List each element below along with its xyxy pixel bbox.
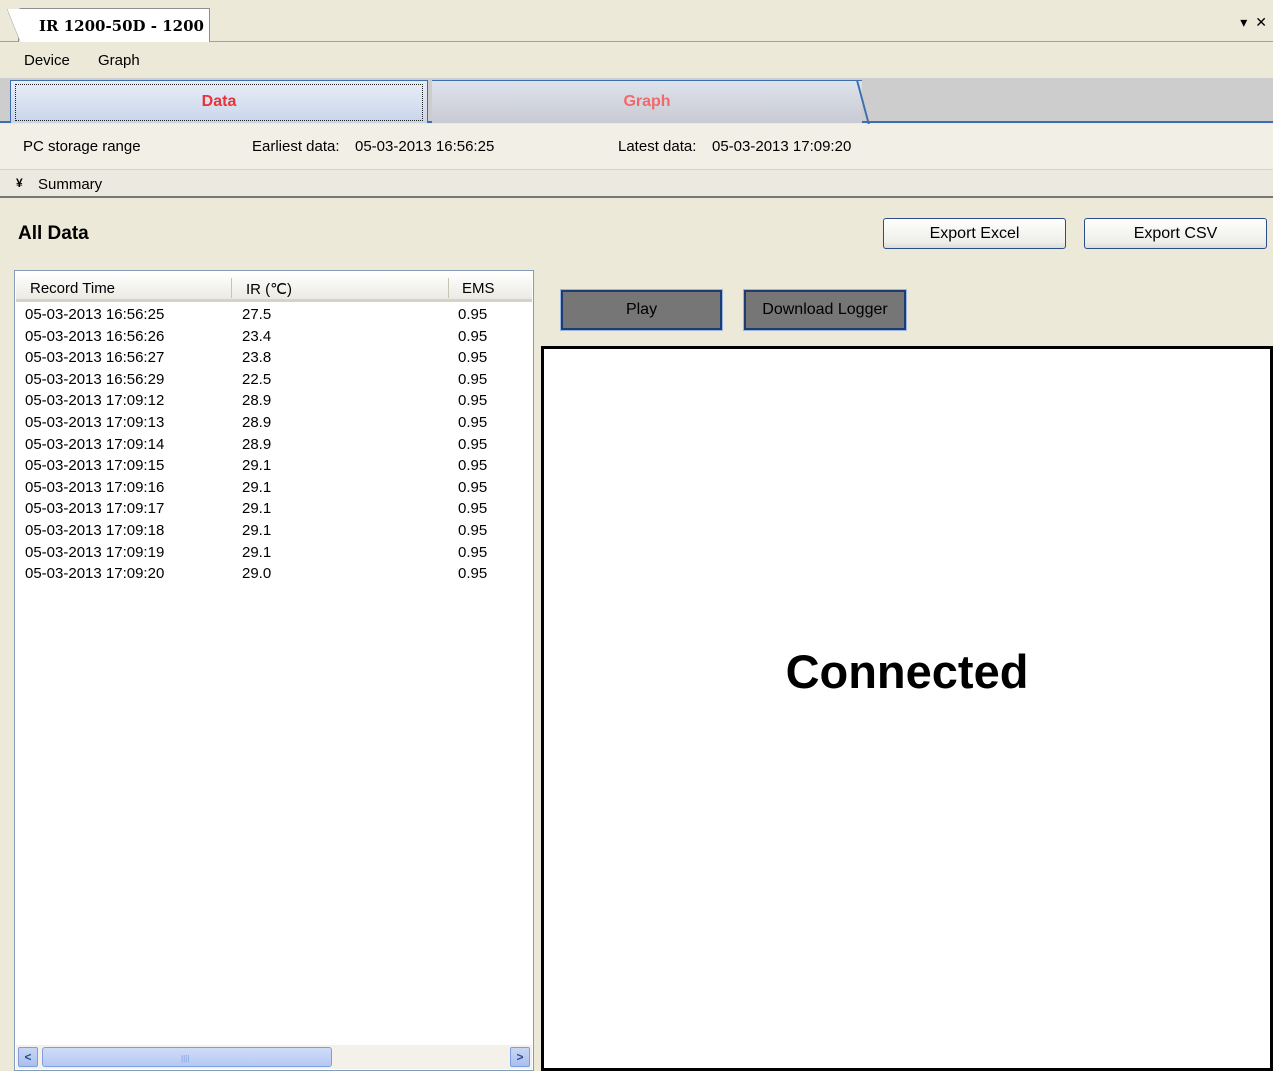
storage-label: PC storage range bbox=[23, 138, 141, 155]
column-header-ems[interactable]: EMS bbox=[462, 280, 495, 297]
table-row[interactable]: 05-03-2013 17:09:16 29.1 0.95 bbox=[15, 477, 531, 499]
cell-record-time: 05-03-2013 17:09:16 bbox=[25, 478, 165, 496]
cell-ems: 0.95 bbox=[458, 478, 488, 496]
cell-ems: 0.95 bbox=[458, 435, 488, 453]
column-divider[interactable] bbox=[231, 278, 232, 298]
cell-record-time: 05-03-2013 17:09:18 bbox=[25, 521, 165, 539]
table-row[interactable]: 05-03-2013 17:09:12 28.9 0.95 bbox=[15, 390, 531, 412]
storage-range-bar: PC storage range Earliest data: 05-03-20… bbox=[0, 124, 1273, 170]
table-row[interactable]: 05-03-2013 16:56:25 27.5 0.95 bbox=[15, 304, 531, 326]
horizontal-scrollbar[interactable]: < |||| > bbox=[16, 1045, 532, 1069]
table-header: Record Time IR (℃) EMS bbox=[16, 272, 532, 302]
scroll-right-icon[interactable]: > bbox=[510, 1047, 530, 1067]
table-row[interactable]: 05-03-2013 17:09:15 29.1 0.95 bbox=[15, 455, 531, 477]
cell-ir: 28.9 bbox=[242, 392, 272, 410]
cell-ems: 0.95 bbox=[458, 306, 488, 323]
export-csv-button[interactable]: Export CSV bbox=[1084, 218, 1267, 249]
cell-ir: 22.5 bbox=[242, 370, 272, 388]
cell-ems: 0.95 bbox=[458, 349, 488, 367]
cell-ems: 0.95 bbox=[458, 521, 488, 539]
table-body: 05-03-2013 16:56:25 27.5 0.95 05-03-2013 16… bbox=[15, 304, 531, 585]
cell-ir: 29.0 bbox=[242, 565, 272, 583]
download-logger-button[interactable]: Download Logger bbox=[743, 289, 907, 331]
cell-ems: 0.95 bbox=[458, 370, 488, 388]
scroll-left-icon[interactable]: < bbox=[18, 1047, 38, 1067]
scrollbar-thumb[interactable]: |||| bbox=[42, 1047, 332, 1067]
tab-data[interactable]: Data bbox=[10, 80, 428, 123]
cell-ems: 0.95 bbox=[458, 327, 488, 345]
close-icon[interactable]: ✕ bbox=[1255, 14, 1267, 31]
document-tab[interactable]: IR 1200-50D - 1200 bbox=[7, 8, 210, 44]
cell-ir: 28.9 bbox=[242, 435, 272, 453]
table-row[interactable]: 05-03-2013 17:09:19 29.1 0.95 bbox=[15, 542, 531, 564]
cell-record-time: 05-03-2013 17:09:19 bbox=[25, 543, 165, 561]
table-row[interactable]: 05-03-2013 17:09:18 29.1 0.95 bbox=[15, 520, 531, 542]
cell-record-time: 05-03-2013 17:09:12 bbox=[25, 392, 165, 410]
latest-label: Latest data: bbox=[618, 138, 697, 155]
main-tab-bar: Data Graph bbox=[0, 78, 1273, 123]
cell-record-time: 05-03-2013 17:09:15 bbox=[25, 457, 165, 475]
tab-graph[interactable]: Graph bbox=[432, 80, 862, 123]
connection-status: Connected bbox=[785, 645, 1029, 698]
cell-ems: 0.95 bbox=[458, 457, 488, 475]
play-button[interactable]: Play bbox=[560, 289, 723, 331]
document-tab-title: IR 1200-50D - 1200 bbox=[39, 17, 204, 35]
menu-graph[interactable]: Graph bbox=[98, 52, 140, 69]
cell-record-time: 05-03-2013 16:56:26 bbox=[25, 327, 165, 345]
column-header-ir[interactable]: IR (℃) bbox=[246, 280, 292, 298]
cell-ir: 29.1 bbox=[242, 543, 272, 561]
earliest-label: Earliest data: bbox=[252, 138, 340, 155]
table-row[interactable]: 05-03-2013 17:09:14 28.9 0.95 bbox=[15, 434, 531, 456]
cell-ir: 29.1 bbox=[242, 500, 272, 518]
column-divider[interactable] bbox=[448, 278, 449, 298]
page-title: All Data bbox=[18, 223, 89, 244]
menu-device[interactable]: Device bbox=[24, 52, 70, 69]
table-row[interactable]: 05-03-2013 17:09:13 28.9 0.95 bbox=[15, 412, 531, 434]
cell-record-time: 05-03-2013 17:09:13 bbox=[25, 413, 165, 431]
cell-ems: 0.95 bbox=[458, 565, 488, 583]
chevron-down-icon: ¥ bbox=[16, 176, 23, 190]
cell-ir: 28.9 bbox=[242, 413, 272, 431]
cell-record-time: 05-03-2013 17:09:14 bbox=[25, 435, 165, 453]
table-row[interactable]: 05-03-2013 16:56:26 23.4 0.95 bbox=[15, 326, 531, 348]
dropdown-icon[interactable]: ▾ bbox=[1240, 14, 1247, 31]
export-excel-button[interactable]: Export Excel bbox=[883, 218, 1066, 249]
column-header-record-time[interactable]: Record Time bbox=[30, 280, 115, 297]
table-row[interactable]: 05-03-2013 17:09:17 29.1 0.95 bbox=[15, 498, 531, 520]
menu-bar: Device Graph bbox=[0, 42, 1273, 78]
earliest-value: 05-03-2013 16:56:25 bbox=[355, 138, 495, 155]
table-row[interactable]: 05-03-2013 17:09:20 29.0 0.95 bbox=[15, 563, 531, 585]
status-panel: Connected bbox=[541, 346, 1273, 1071]
table-row[interactable]: 05-03-2013 16:56:29 22.5 0.95 bbox=[15, 369, 531, 391]
cell-record-time: 05-03-2013 17:09:20 bbox=[25, 565, 165, 583]
cell-ir: 27.5 bbox=[242, 306, 272, 323]
cell-ems: 0.95 bbox=[458, 392, 488, 410]
cell-ir: 23.4 bbox=[242, 327, 272, 345]
grip-icon: |||| bbox=[181, 1054, 190, 1063]
cell-record-time: 05-03-2013 16:56:25 bbox=[25, 306, 165, 323]
cell-ems: 0.95 bbox=[458, 543, 488, 561]
tab-graph-label: Graph bbox=[623, 93, 671, 110]
cell-ems: 0.95 bbox=[458, 413, 488, 431]
cell-ir: 23.8 bbox=[242, 349, 272, 367]
summary-bar[interactable]: ¥ Summary bbox=[0, 170, 1273, 198]
cell-ir: 29.1 bbox=[242, 478, 272, 496]
cell-record-time: 05-03-2013 16:56:27 bbox=[25, 349, 165, 367]
cell-record-time: 05-03-2013 17:09:17 bbox=[25, 500, 165, 518]
cell-ir: 29.1 bbox=[242, 457, 272, 475]
document-controls: ▾ ✕ bbox=[1240, 14, 1267, 31]
latest-value: 05-03-2013 17:09:20 bbox=[712, 138, 852, 155]
tab-data-label: Data bbox=[201, 93, 237, 110]
cell-ems: 0.95 bbox=[458, 500, 488, 518]
document-tab-strip: IR 1200-50D - 1200 ▾ ✕ bbox=[0, 0, 1273, 44]
summary-label: Summary bbox=[38, 176, 103, 193]
cell-record-time: 05-03-2013 16:56:29 bbox=[25, 370, 165, 388]
data-table[interactable]: Record Time IR (℃) EMS 05-03-2013 16:56:… bbox=[14, 270, 534, 1071]
table-row[interactable]: 05-03-2013 16:56:27 23.8 0.95 bbox=[15, 347, 531, 369]
cell-ir: 29.1 bbox=[242, 521, 272, 539]
